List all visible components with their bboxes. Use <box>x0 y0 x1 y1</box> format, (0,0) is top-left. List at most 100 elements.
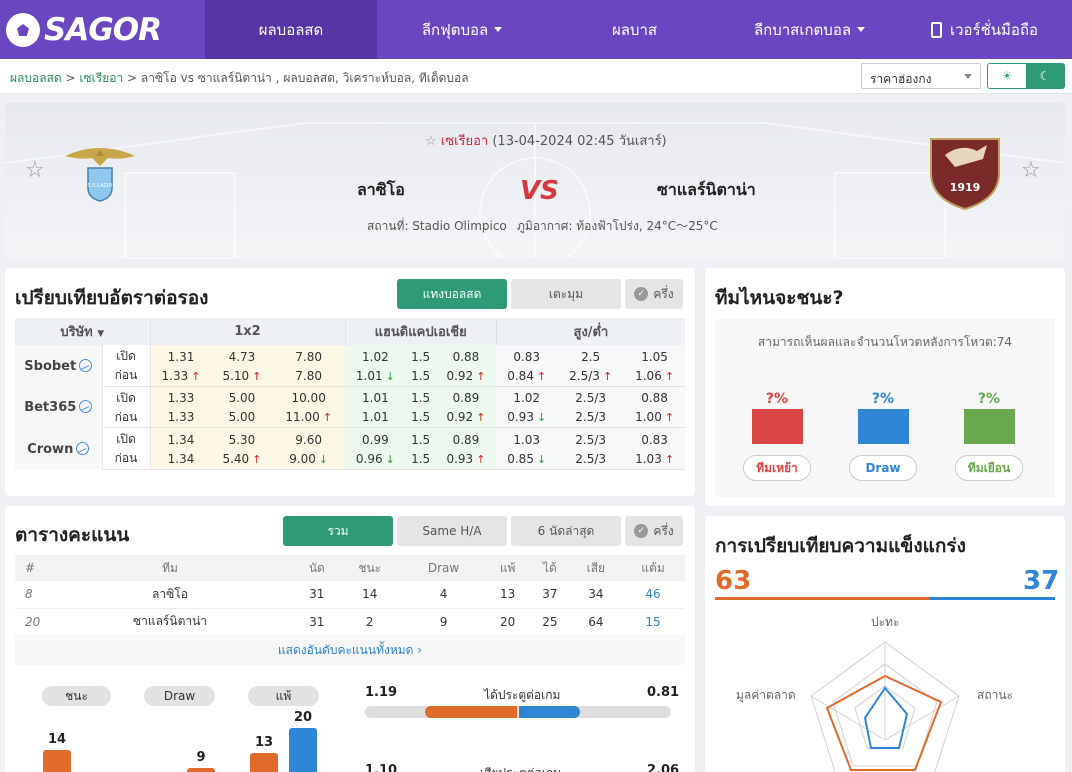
odds-cell: 0.93 <box>435 449 497 470</box>
favorite-home-star-icon[interactable]: ☆ <box>25 160 47 182</box>
odds-cell: 1.02 <box>496 386 558 408</box>
odds-format-select[interactable]: ราคาฮ่องกง <box>861 63 981 89</box>
standings-cell: 46 <box>621 581 685 609</box>
odds-company[interactable]: Sbobet <box>15 345 103 386</box>
standings-cell: 14 <box>338 581 401 609</box>
favorite-away-star-icon[interactable]: ☆ <box>1021 160 1043 182</box>
sun-icon[interactable]: ☀ <box>988 64 1026 88</box>
nav-football-leagues[interactable]: ลีกฟุตบอล <box>377 0 547 59</box>
odds-cell: 4.73 <box>211 345 273 366</box>
trend-chart-icon[interactable] <box>79 359 93 372</box>
odds-cell: 2.5/3 <box>557 407 625 428</box>
standings-cell: 25 <box>529 608 571 636</box>
football-icon <box>6 13 40 47</box>
odds-cell: 0.93 <box>496 407 558 428</box>
standings-cell: 20 <box>486 608 529 636</box>
away-team-name[interactable]: ซาแลร์นิตาน่า <box>657 178 756 203</box>
vote-away-button[interactable]: ทีมเยือน <box>955 455 1023 481</box>
trend-chart-icon[interactable] <box>76 441 90 455</box>
odds-company[interactable]: Crown <box>15 427 103 469</box>
vote-home-button[interactable]: ทีมเหย้า <box>743 455 811 481</box>
odds-cell: 1.03 <box>624 449 685 470</box>
standings-half-toggle[interactable]: ✓ ครึ่ง <box>625 516 683 546</box>
vote-note: สามารถเห็นผลและจำนวนโหวตหลังการโหวต:74 <box>757 335 1013 349</box>
odds-row-close: ก่อน1.335.0011.001.011.50.920.932.5/31.0… <box>15 407 685 428</box>
standings-cell: 13 <box>486 581 529 609</box>
vote-away-bar <box>964 409 1015 444</box>
home-team-name[interactable]: ลาซิโอ <box>357 178 405 203</box>
standings-cell: 20 <box>15 608 45 636</box>
odds-row-open: Crown เปิด 1.34 5.30 9.60 0.99 1.5 0.89 1.03 2.5/… <box>15 427 685 469</box>
record-bar <box>250 753 278 772</box>
radar-label-form: สถานะ <box>977 688 1013 702</box>
odds-cell: 1.5 <box>405 366 436 387</box>
match-header: ☆ S.S.LAZIO ลาซิโอ ☆ เซเรียอา (13-04-202… <box>5 103 1065 259</box>
record-bar-value: 20 <box>293 710 313 725</box>
sort-down-icon: ▼ <box>97 329 105 339</box>
breadcrumb-league-link[interactable]: เซเรียอา <box>79 71 123 85</box>
breadcrumb-bar: ผลบอลสด > เซเรียอา > ลาซิโอ vs ซาแลร์นิต… <box>0 59 1072 94</box>
match-league-link[interactable]: เซเรียอา <box>441 134 488 149</box>
odds-cell: 5.10 <box>211 366 273 387</box>
odds-cell: 1.05 <box>624 345 685 366</box>
odds-cell: 1.33 <box>150 386 212 408</box>
vote-draw-bar <box>858 409 909 444</box>
theme-toggle[interactable]: ☀ ☾ <box>987 63 1065 89</box>
odds-title: เปรียบเทียบอัตราต่อรอง <box>15 287 209 309</box>
odds-cell: 1.01 <box>345 407 406 428</box>
standings-cell: 2 <box>338 608 401 636</box>
vote-draw-button[interactable]: Draw <box>849 455 917 481</box>
record-bar-value: 14 <box>47 731 67 747</box>
standings-cell: 9 <box>400 608 487 636</box>
favorite-league-star-icon[interactable]: ☆ <box>425 134 437 149</box>
record-bar-value: 13 <box>254 735 274 751</box>
vote-home-bar <box>752 409 803 444</box>
trend-chart-icon[interactable] <box>79 400 93 414</box>
odds-cell: 1.33 <box>150 366 212 387</box>
record-draw-pill: Draw <box>144 686 215 706</box>
standings-cell: 37 <box>529 581 571 609</box>
breadcrumb-current: ลาซิโอ vs ซาแลร์นิตาน่า , ผลบอลสด, วิเคร… <box>140 71 469 85</box>
odds-cell: 1.5 <box>405 407 436 428</box>
tab-corners[interactable]: เตะมุม <box>511 279 621 309</box>
tab-standings-last6[interactable]: 6 นัดล่าสุด <box>511 516 621 546</box>
standings-team[interactable]: ลาซิโอ <box>45 581 295 609</box>
odds-close-label: ก่อน <box>102 449 151 470</box>
odds-cell: 5.00 <box>211 407 273 428</box>
breadcrumb-home-link[interactable]: ผลบอลสด <box>10 71 62 85</box>
tab-live-odds[interactable]: แทงบอลสด <box>397 279 507 309</box>
site-logo[interactable]: SAGOR <box>6 10 162 50</box>
vote-draw-pct: ?% <box>871 391 895 407</box>
odds-cell: 1.02 <box>345 345 406 366</box>
tab-standings-all[interactable]: รวม <box>283 516 393 546</box>
odds-cell: 0.89 <box>435 386 497 408</box>
standings-cell: 4 <box>400 581 487 609</box>
nav-basketball-leagues[interactable]: ลีกบาสเกตบอล <box>722 0 897 59</box>
moon-icon[interactable]: ☾ <box>1026 64 1064 88</box>
goals-scored-away: 0.81 <box>647 685 680 700</box>
odds-cell: 0.88 <box>624 386 685 408</box>
standings-team[interactable]: ซาแลร์นิตาน่า <box>45 608 295 636</box>
nav-live-scores[interactable]: ผลบอลสด <box>205 0 377 59</box>
half-toggle[interactable]: ✓ ครึ่ง <box>625 279 683 309</box>
strength-title: การเปรียบเทียบความแข็งแกร่ง <box>715 535 966 557</box>
odds-open-label: เปิด <box>102 427 151 449</box>
col-company[interactable]: บริษัท ▼ <box>15 318 151 345</box>
show-all-standings-link[interactable]: แสดงอันดับคะแนนทั้งหมด › <box>15 635 685 665</box>
vote-home-pct: ?% <box>765 391 789 407</box>
nav-basketball-results[interactable]: ผลบาส <box>547 0 722 59</box>
odds-row-open: Sbobet เปิด 1.31 4.73 7.80 1.02 1.5 0.88 0.83 2.5… <box>15 345 685 386</box>
odds-cell: 1.34 <box>150 427 212 449</box>
goals-conceded-home: 1.10 <box>365 763 398 772</box>
odds-cell: 0.83 <box>496 345 558 366</box>
odds-cell: 1.06 <box>624 366 685 387</box>
goals-scored-home: 1.19 <box>365 685 398 700</box>
standings-cell: 34 <box>570 581 622 609</box>
nav-mobile-version[interactable]: เวอร์ชั่นมือถือ <box>897 0 1072 59</box>
odds-cell: 5.30 <box>211 427 273 449</box>
odds-close-label: ก่อน <box>102 366 151 387</box>
tab-standings-same-ha[interactable]: Same H/A <box>397 516 507 546</box>
odds-table: บริษัท ▼ 1x2 แฮนดิแคปเอเชีย สูง/ต่ำ Sbob… <box>15 318 685 470</box>
svg-text:S.S.LAZIO: S.S.LAZIO <box>88 183 113 189</box>
odds-company[interactable]: Bet365 <box>15 386 103 428</box>
